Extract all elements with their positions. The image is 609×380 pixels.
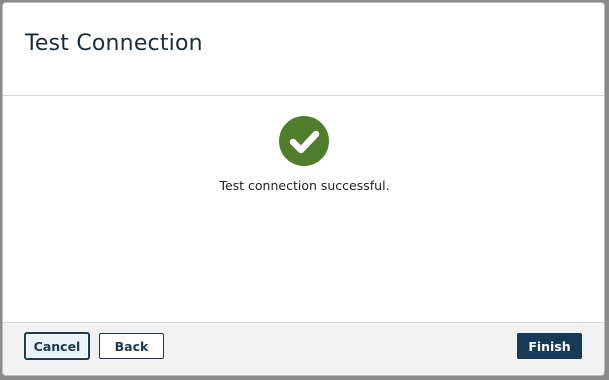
check-circle-icon [279, 116, 329, 166]
cancel-button[interactable]: Cancel [25, 333, 89, 359]
dialog-header: Test Connection [3, 3, 604, 96]
test-connection-dialog: Test Connection Test connection successf… [2, 2, 605, 376]
back-button[interactable]: Back [99, 333, 164, 359]
dialog-body: Test connection successful. [3, 96, 604, 324]
dialog-title: Test Connection [25, 31, 203, 56]
finish-button[interactable]: Finish [517, 333, 582, 359]
dialog-footer: Cancel Back Finish [3, 322, 604, 375]
status-message: Test connection successful. [219, 178, 390, 193]
